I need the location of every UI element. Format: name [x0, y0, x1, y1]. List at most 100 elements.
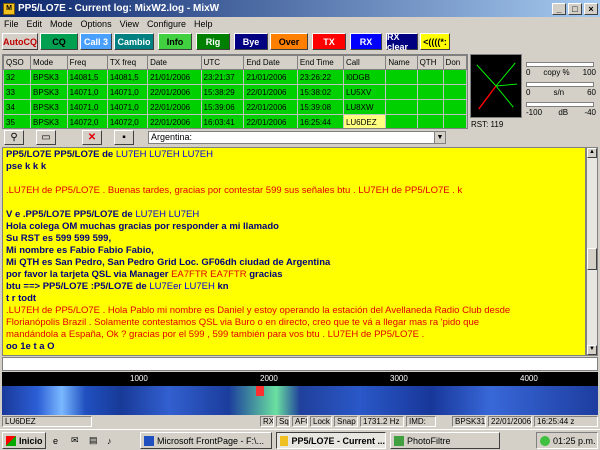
receive-text-window[interactable]: PP5/LO7E PP5/LO7E de LU7EH LU7EH LU7EH p…: [2, 147, 586, 356]
table-cell: 14071,0: [106, 99, 149, 115]
table-cell: [385, 114, 418, 128]
ruler-tick-label: 3000: [390, 374, 408, 383]
column-header-utc[interactable]: UTC: [200, 55, 245, 70]
window-title: PP5/LO7E - Current log: MixW2.log - MixW: [18, 3, 220, 14]
macro-button-10[interactable]: RX: [350, 33, 382, 50]
task-photofiltre[interactable]: PhotoFiltre: [390, 432, 500, 449]
menu-item-view[interactable]: View: [116, 19, 143, 29]
ruler-tick-label: 1000: [130, 374, 148, 383]
macro-button-2[interactable]: CQ: [40, 33, 78, 50]
table-row[interactable]: 32 BPSK3 14081,5 14081,5 21/01/2006 23:21:37 2…: [3, 69, 467, 85]
rx-scrollbar[interactable]: ▲ ▼: [586, 147, 598, 356]
macro-button-4[interactable]: Cambio: [114, 33, 154, 50]
new-record-icon[interactable]: ▭: [36, 130, 56, 145]
status-lock[interactable]: Lock: [310, 416, 332, 427]
table-cell: BPSK3: [30, 69, 68, 85]
maximize-button[interactable]: □: [568, 2, 582, 15]
table-cell: 14081,5: [66, 69, 108, 85]
macro-button-1[interactable]: AutoCQ: [2, 33, 38, 50]
system-tray: 01:25 p.m.: [536, 432, 598, 449]
table-cell: [442, 69, 467, 85]
sn-min: 0: [526, 88, 531, 97]
macro-button-6[interactable]: Rig: [196, 33, 230, 50]
status-afc[interactable]: AFC: [292, 416, 308, 427]
task-mixw[interactable]: PP5/LO7E - Current ...: [276, 432, 386, 449]
rx-line: [6, 173, 582, 185]
macro-button-8[interactable]: Over: [270, 33, 308, 50]
tray-network-icon[interactable]: [540, 435, 550, 446]
copy-label: copy %: [543, 68, 570, 77]
table-cell: [416, 114, 444, 128]
column-header-freq[interactable]: Freq: [66, 55, 108, 70]
macro-button-7[interactable]: Bye: [234, 33, 268, 50]
table-row[interactable]: 33 BPSK3 14071,0 14071,0 22/01/2006 15:38:29 2…: [3, 84, 467, 100]
table-cell: [416, 84, 444, 100]
column-header-qth[interactable]: QTH: [416, 55, 444, 70]
chevron-down-icon[interactable]: ▼: [434, 132, 445, 143]
table-row[interactable]: 34 BPSK3 14071,0 14071,0 22/01/2006 15:39:06 2…: [3, 99, 467, 115]
task-frontpage[interactable]: Microsoft FrontPage - F:\...: [140, 432, 272, 449]
close-button[interactable]: ×: [584, 2, 598, 15]
menu-item-file[interactable]: File: [0, 19, 23, 29]
column-header-qso[interactable]: QSO: [3, 55, 32, 70]
rx-text: Mi QTH es San Pedro, San Pedro Grid Loc.…: [6, 257, 331, 268]
table-row[interactable]: 35 BPSK3 14072,0 14072,0 22/01/2006 16:03:41 2…: [3, 114, 467, 128]
lookup-icon[interactable]: ⚲: [4, 130, 24, 145]
windows-taskbar: Inicio e ✉ ▤ ♪ Microsoft FrontPage - F:\…: [0, 429, 600, 450]
status-rx[interactable]: RX: [260, 416, 274, 427]
table-cell: 14071,0: [106, 84, 149, 100]
tuning-marker[interactable]: [256, 386, 264, 396]
column-header-don[interactable]: Don: [442, 55, 467, 70]
rx-line: pse k k k: [6, 161, 582, 173]
delete-icon[interactable]: ✕: [82, 130, 102, 145]
menu-item-configure[interactable]: Configure: [143, 19, 190, 29]
scroll-up-icon[interactable]: ▲: [587, 148, 597, 158]
macro-button-12[interactable]: <((((*:: [420, 33, 450, 50]
column-header-date[interactable]: Date: [147, 55, 202, 70]
ruler-tick-label: 4000: [520, 374, 538, 383]
save-icon[interactable]: ▪: [114, 130, 134, 145]
rx-line: Su RST es 599 599 599,: [6, 233, 582, 245]
task-frontpage-label: Microsoft FrontPage - F:\...: [157, 435, 265, 446]
column-header-name[interactable]: Name: [385, 55, 418, 70]
minimize-button[interactable]: _: [552, 2, 566, 15]
menu-item-options[interactable]: Options: [77, 19, 116, 29]
scroll-thumb[interactable]: [587, 248, 597, 270]
status-date: 22/01/2006: [488, 416, 532, 427]
menu-item-edit[interactable]: Edit: [23, 19, 47, 29]
mixw-app-icon[interactable]: M: [3, 2, 15, 15]
rx-line: .LU7EH de PP5/LO7E . Hola Pablo mi nombr…: [6, 305, 582, 317]
menu-item-mode[interactable]: Mode: [46, 19, 77, 29]
waterfall-display[interactable]: [2, 386, 598, 415]
column-header-mode[interactable]: Mode: [30, 55, 68, 70]
column-header-end-time[interactable]: End Time: [296, 55, 344, 70]
start-button[interactable]: Inicio: [2, 432, 46, 449]
table-cell: BPSK3: [30, 99, 68, 115]
rx-text: Mi nombre es Fabio Fabio Fabio,: [6, 245, 154, 256]
status-snap[interactable]: Snap: [334, 416, 358, 427]
quicklaunch-ie-icon[interactable]: e: [50, 432, 66, 449]
country-combo[interactable]: Argentina: ▼: [148, 131, 446, 144]
transmit-text-window[interactable]: [2, 357, 598, 371]
quicklaunch-outlook-icon[interactable]: ✉: [68, 432, 84, 449]
column-header-tx-freq[interactable]: TX freq: [106, 55, 149, 70]
table-cell: 34: [3, 99, 32, 115]
sn-label: s/n: [553, 88, 565, 97]
quicklaunch-media-icon[interactable]: ♪: [104, 432, 120, 449]
rx-text: Florianópolis Brazil . Solamente contest…: [6, 317, 480, 328]
macro-button-11[interactable]: RX clear: [386, 32, 418, 52]
rx-text: gracias: [246, 269, 283, 280]
mixw-task-icon: [280, 435, 289, 446]
table-cell: BPSK3: [30, 84, 68, 100]
column-header-call[interactable]: Call: [342, 55, 387, 70]
quicklaunch-desktop-icon[interactable]: ▤: [86, 432, 102, 449]
column-header-end-date[interactable]: End Date: [243, 55, 298, 70]
status-squelch[interactable]: Sq: [276, 416, 290, 427]
macro-button-9[interactable]: TX: [312, 33, 346, 50]
macro-button-3[interactable]: Call 3: [80, 33, 112, 50]
macro-button-5[interactable]: Info: [158, 33, 192, 50]
scroll-down-icon[interactable]: ▼: [587, 345, 597, 355]
rx-text: btu ==> PP5/LO7E :P5/LO7E de: [6, 281, 150, 292]
menu-item-help[interactable]: Help: [190, 19, 217, 29]
table-cell: 23:21:37: [200, 69, 245, 85]
